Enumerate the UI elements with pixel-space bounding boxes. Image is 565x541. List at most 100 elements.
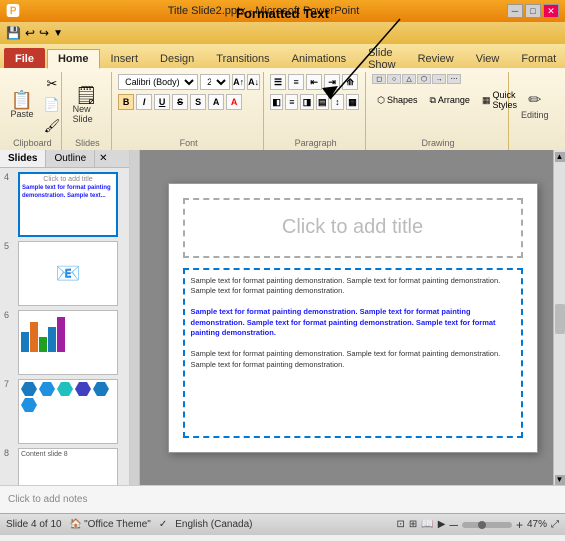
- font-label: Font: [114, 138, 263, 148]
- undo-icon[interactable]: ↩: [25, 26, 35, 40]
- zoom-out-button[interactable]: ─: [449, 518, 458, 532]
- shape-cell[interactable]: ○: [387, 74, 401, 84]
- status-bar: Slide 4 of 10 🏠 "Office Theme" ✓ English…: [0, 513, 565, 535]
- slide-thumb-6[interactable]: 6: [4, 310, 125, 375]
- shape-cell[interactable]: ⋯: [447, 74, 461, 84]
- drawing-group: ◻ ○ △ ⬡ → ⋯ ⬡ Shapes ⧉: [368, 72, 509, 150]
- tab-file[interactable]: File: [4, 48, 45, 68]
- paragraph-2-bold: Sample text for format painting demonstr…: [191, 307, 515, 339]
- normal-view-icon[interactable]: ⊡: [397, 519, 405, 530]
- content-textbox[interactable]: Sample text for format painting demonstr…: [183, 268, 523, 438]
- save-icon[interactable]: 💾: [6, 26, 21, 40]
- redo-icon[interactable]: ↪: [39, 26, 49, 40]
- shape-cell[interactable]: △: [402, 74, 416, 84]
- zoom-in-button[interactable]: +: [516, 518, 523, 532]
- tab-transitions[interactable]: Transitions: [205, 48, 280, 68]
- slide-preview-8: Content slide 8: [18, 448, 118, 485]
- clipboard-group: 📋 Paste ✂ 📄 🖌 Clipboard: [4, 72, 62, 150]
- align-left-button[interactable]: ◧: [270, 94, 283, 110]
- line-spacing-button[interactable]: ↕: [331, 94, 344, 110]
- new-slide-button[interactable]: 🗒 New Slide: [68, 83, 105, 127]
- columns-button[interactable]: ▦: [346, 94, 359, 110]
- italic-button[interactable]: I: [136, 94, 152, 110]
- align-right-button[interactable]: ◨: [300, 94, 313, 110]
- slide-thumb-8[interactable]: 8 Content slide 8: [4, 448, 125, 485]
- slide-thumb-7[interactable]: 7: [4, 379, 125, 444]
- zoom-slider[interactable]: [462, 522, 512, 528]
- shape-cell[interactable]: →: [432, 74, 446, 84]
- window-title: Title Slide2.pptx - Microsoft PowerPoint: [20, 5, 507, 17]
- slide-preview-4: Click to add title Sample text for forma…: [18, 172, 118, 237]
- notes-area[interactable]: Click to add notes: [0, 485, 565, 513]
- notes-placeholder: Click to add notes: [8, 494, 88, 505]
- justify-button[interactable]: ▤: [316, 94, 329, 110]
- language: English (Canada): [175, 519, 252, 530]
- font-name-select[interactable]: Calibri (Body): [118, 74, 198, 90]
- maximize-button[interactable]: □: [525, 4, 541, 18]
- bullets-button[interactable]: ☰: [270, 74, 286, 90]
- slides-tab[interactable]: Slides: [0, 150, 46, 167]
- shape-cell[interactable]: ◻: [372, 74, 386, 84]
- bold-button[interactable]: B: [118, 94, 134, 110]
- shadow-button[interactable]: S: [190, 94, 206, 110]
- fit-slide-button[interactable]: ⤢: [551, 519, 559, 530]
- arrange-icon: ⧉: [429, 95, 435, 106]
- text-direction-button[interactable]: ⟰: [342, 74, 358, 90]
- font-size-select[interactable]: 20: [200, 74, 230, 90]
- slide-thumb-4[interactable]: 4 Click to add title Sample text for for…: [4, 172, 125, 237]
- title-bar: 🅿 Title Slide2.pptx - Microsoft PowerPoi…: [0, 0, 565, 22]
- slide-canvas: Click to add title Sample text for forma…: [168, 183, 538, 453]
- decrease-indent-button[interactable]: ⇤: [306, 74, 322, 90]
- drawing-label: Drawing: [368, 138, 508, 148]
- decrease-font-button[interactable]: A↓: [247, 74, 260, 90]
- numbering-button[interactable]: ≡: [288, 74, 304, 90]
- ribbon-content: 📋 Paste ✂ 📄 🖌 Clipboard: [0, 68, 565, 150]
- slides-label: Slides: [64, 138, 111, 148]
- minimize-button[interactable]: ─: [507, 4, 523, 18]
- copy-button[interactable]: 📄: [38, 95, 66, 115]
- tab-review[interactable]: Review: [407, 48, 465, 68]
- panel-close-button[interactable]: ✕: [95, 150, 111, 167]
- char-spacing-button[interactable]: A: [208, 94, 224, 110]
- ribbon-tabs: File Home Insert Design Transitions Anim…: [0, 44, 565, 68]
- editing-button[interactable]: ✏ Editing: [515, 88, 555, 122]
- tab-view[interactable]: View: [465, 48, 511, 68]
- increase-indent-button[interactable]: ⇥: [324, 74, 340, 90]
- paragraph-3: Sample text for format painting demonstr…: [191, 349, 515, 370]
- format-painter-button[interactable]: 🖌: [38, 116, 66, 136]
- slides-scrollbar[interactable]: [130, 150, 140, 485]
- paste-button[interactable]: 📋 Paste: [8, 88, 36, 122]
- shape-gallery: ◻ ○ △ ⬡ → ⋯: [372, 74, 522, 84]
- slides-panel: Slides Outline ✕ 4 Click to add title Sa…: [0, 150, 130, 485]
- customize-qa-icon[interactable]: ▼: [53, 28, 63, 39]
- slides-group: 🗒 New Slide Slides: [64, 72, 112, 150]
- tab-format[interactable]: Format: [510, 48, 565, 68]
- arrange-button[interactable]: ⧉ Arrange: [424, 88, 474, 112]
- slide-sorter-icon[interactable]: ⊞: [409, 519, 417, 530]
- underline-button[interactable]: U: [154, 94, 170, 110]
- theme-icon: 🏠: [70, 519, 82, 530]
- tab-insert[interactable]: Insert: [100, 48, 150, 68]
- tab-animations[interactable]: Animations: [281, 48, 357, 68]
- title-placeholder[interactable]: Click to add title: [183, 198, 523, 258]
- shapes-button[interactable]: ⬡ Shapes: [372, 88, 422, 112]
- tab-slideshow[interactable]: Slide Show: [357, 48, 407, 68]
- slide-preview-7: [18, 379, 118, 444]
- vertical-scrollbar[interactable]: ▲ ▼: [553, 150, 565, 485]
- strikethrough-button[interactable]: S: [172, 94, 188, 110]
- slideshow-icon[interactable]: ▶: [438, 519, 446, 530]
- slide-thumb-5[interactable]: 5 📧: [4, 241, 125, 306]
- slide-preview-6: [18, 310, 118, 375]
- shape-cell[interactable]: ⬡: [417, 74, 431, 84]
- increase-font-button[interactable]: A↑: [232, 74, 245, 90]
- tab-design[interactable]: Design: [149, 48, 205, 68]
- font-color-button[interactable]: A: [226, 94, 242, 110]
- tab-home[interactable]: Home: [47, 49, 100, 69]
- cut-icon: ✂: [47, 76, 58, 92]
- reading-view-icon[interactable]: 📖: [421, 519, 433, 530]
- cut-button[interactable]: ✂: [38, 74, 66, 94]
- outline-tab[interactable]: Outline: [46, 150, 95, 167]
- quick-styles-icon: ▦: [482, 95, 491, 106]
- align-center-button[interactable]: ≡: [285, 94, 298, 110]
- close-button[interactable]: ✕: [543, 4, 559, 18]
